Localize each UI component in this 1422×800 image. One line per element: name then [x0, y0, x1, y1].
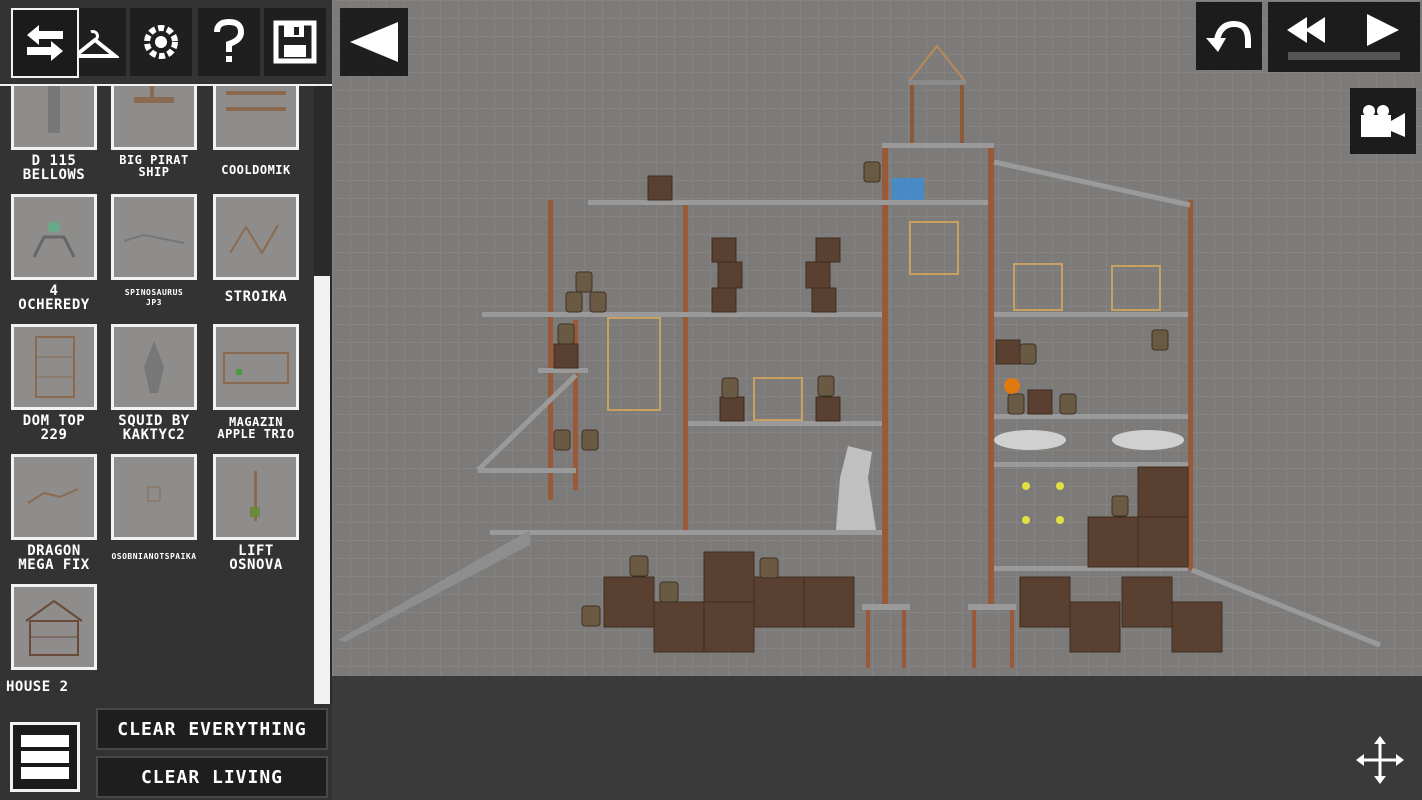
save-item[interactable]: SQUID BY KAKTYC2 — [104, 324, 204, 442]
move-arrows-icon — [1356, 736, 1404, 784]
building-contraption[interactable] — [332, 0, 1422, 676]
save-thumbnail — [11, 584, 97, 670]
save-item[interactable]: OSOBNIANOTSPAIKA — [104, 454, 204, 562]
play-button[interactable] — [1352, 8, 1414, 52]
swap-button[interactable] — [11, 8, 79, 78]
save-thumbnail — [111, 194, 197, 280]
menu-button[interactable] — [10, 722, 80, 792]
save-thumbnail — [111, 324, 197, 410]
save-item[interactable]: BIG PIRAT SHIP — [104, 86, 204, 178]
save-button[interactable] — [264, 8, 326, 76]
save-thumbnail — [11, 454, 97, 540]
undo-icon — [1206, 20, 1251, 52]
ground-area — [332, 676, 1422, 800]
save-thumbnail — [213, 324, 299, 410]
gear-icon — [144, 25, 178, 59]
save-item[interactable]: STROIKA — [206, 194, 306, 304]
save-thumbnail — [11, 86, 97, 150]
save-thumbnail — [213, 454, 299, 540]
save-label: OSOBNIANOTSPAIKA — [111, 552, 197, 561]
save-thumbnail — [11, 324, 97, 410]
save-label: D 115 BELLOWS — [22, 153, 86, 183]
save-label: STROIKA — [224, 289, 288, 305]
saves-list[interactable]: D 115 BELLOWS BIG PIRAT SHIP COOLDOMIK 4… — [0, 86, 314, 704]
undo-button[interactable] — [1196, 2, 1262, 70]
help-icon — [214, 18, 245, 62]
move-button[interactable] — [1354, 734, 1406, 786]
help-button[interactable] — [198, 8, 260, 76]
save-thumbnail — [111, 454, 197, 540]
save-label: SQUID BY KAKTYC2 — [118, 413, 190, 443]
save-label: HOUSE 2 — [6, 679, 69, 695]
sandbox-world[interactable] — [332, 0, 1422, 676]
save-label: SPINOSAURUS JP3 — [124, 288, 184, 307]
save-item[interactable]: DRAGON MEGA FIX — [4, 454, 104, 572]
save-item[interactable]: DOM TOP 229 — [4, 324, 104, 442]
save-thumbnail — [213, 194, 299, 280]
camera-button[interactable] — [1350, 88, 1416, 154]
save-item[interactable]: SPINOSAURUS JP3 — [104, 194, 204, 308]
save-thumbnail — [11, 194, 97, 280]
save-label: BIG PIRAT SHIP — [119, 153, 189, 179]
triangle-left-icon — [350, 22, 398, 62]
camera-icon — [1361, 105, 1405, 137]
save-item[interactable]: LIFT OSNOVA — [206, 454, 306, 572]
save-label: COOLDOMIK — [221, 163, 291, 177]
save-item[interactable]: HOUSE 2 — [4, 584, 104, 694]
save-item[interactable]: D 115 BELLOWS — [4, 86, 104, 182]
settings-button[interactable] — [130, 8, 192, 76]
save-item[interactable]: MAGAZIN APPLE TRIO — [206, 324, 306, 440]
save-label: MAGAZIN APPLE TRIO — [217, 415, 295, 441]
rewind-icon — [1287, 17, 1325, 43]
collapse-panel-button[interactable] — [340, 8, 408, 76]
time-scale-slider[interactable] — [1288, 52, 1400, 60]
menu-icon — [21, 735, 69, 779]
save-label: 4 OCHEREDY — [18, 283, 90, 313]
save-item[interactable]: COOLDOMIK — [206, 86, 306, 176]
clear-living-button[interactable]: CLEAR LIVING — [96, 756, 328, 798]
save-label: DOM TOP 229 — [22, 413, 86, 443]
clear-everything-button[interactable]: CLEAR EVERYTHING — [96, 708, 328, 750]
save-label: LIFT OSNOVA — [229, 543, 283, 573]
save-label: DRAGON MEGA FIX — [18, 543, 90, 573]
save-item[interactable]: 4 OCHEREDY — [4, 194, 104, 312]
left-panel: D 115 BELLOWS BIG PIRAT SHIP COOLDOMIK 4… — [0, 0, 408, 800]
save-icon — [273, 20, 317, 64]
save-thumbnail — [213, 86, 299, 150]
list-scrollbar-thumb[interactable] — [314, 276, 330, 704]
save-thumbnail — [111, 86, 197, 150]
swap-arrows-icon — [27, 25, 63, 61]
rewind-button[interactable] — [1278, 10, 1336, 50]
play-icon — [1367, 14, 1399, 46]
